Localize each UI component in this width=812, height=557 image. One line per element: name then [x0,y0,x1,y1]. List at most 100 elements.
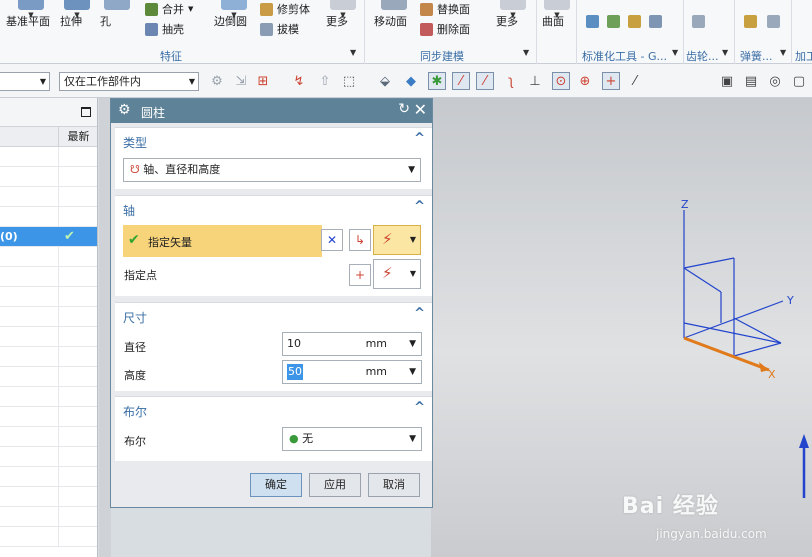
point-icon[interactable]: ⊞ [254,72,272,90]
intersection-icon[interactable]: ⊥ [526,72,544,90]
table-row[interactable] [0,387,97,407]
snap-icon[interactable]: ⇲ [232,72,250,90]
specify-vector-row[interactable]: ✔ 指定矢量 [123,225,322,257]
table-row[interactable] [0,327,97,347]
dialog-title: 圆柱 [141,106,166,120]
body-icon[interactable]: ◆ [402,72,420,90]
height-input[interactable]: 50 mm ▼ [282,360,422,384]
boolean-select[interactable]: ● 无 ▼ [282,427,422,451]
section-boolean-header[interactable]: 布尔 [123,403,147,420]
table-row[interactable] [0,427,97,447]
standard-tools-icons[interactable] [586,12,662,30]
view-extra-icon[interactable]: ▢ [790,72,808,90]
assembly-icon[interactable]: ⚙ [208,72,226,90]
table-row[interactable] [0,187,97,207]
vector-dialog-icon[interactable]: ↳ [349,229,371,251]
group-menu-arrow-icon[interactable]: ▼ [780,48,786,57]
collapse-icon[interactable]: ^ [414,131,425,146]
close-icon[interactable]: ✕ [414,100,427,119]
unite-button[interactable]: 合并 ▼ [145,0,193,18]
table-row[interactable] [0,367,97,387]
edge-blend-button[interactable]: 边倒圆 ▼ [214,0,254,28]
center-icon[interactable]: ⊙ [552,72,570,90]
hole-icon [104,0,130,10]
type-select[interactable]: ☋ 轴、直径和高度 ▼ [123,158,421,182]
quadrant-icon[interactable]: ⊕ [576,72,594,90]
diameter-label: 直径 [124,341,146,354]
maximize-icon[interactable] [81,107,91,117]
chevron-down-icon[interactable]: ▼ [409,361,416,383]
table-row[interactable] [0,247,97,267]
shell-button[interactable]: 抽壳 [145,20,184,38]
midpoint-icon[interactable]: ⁄ [476,72,494,90]
view-fit-icon[interactable]: ▣ [718,72,736,90]
line-icon[interactable]: ⁄ [626,72,644,90]
table-row[interactable] [0,447,97,467]
link-icon[interactable]: ↯ [290,72,308,90]
cube-icon[interactable]: ⬙ [376,72,394,90]
more-feature-button[interactable]: 更多 ▼ [326,0,360,28]
table-row[interactable] [0,407,97,427]
chevron-down-icon[interactable]: ▼ [409,333,416,355]
datum-plane-button[interactable]: 基准平面 ▼ [6,0,56,28]
standard-fastener-icon [607,14,620,28]
move-face-button[interactable]: 移动面 [374,0,414,28]
collapse-icon[interactable]: ^ [414,199,425,214]
apply-button[interactable]: 应用 [309,473,361,497]
surface-button[interactable]: 曲面 ▼ [542,0,572,28]
table-row[interactable] [0,307,97,327]
view-style-icon[interactable]: ◎ [766,72,784,90]
point-dialog-icon[interactable]: + [349,264,371,286]
check-icon: ✔ [64,229,75,244]
diameter-input[interactable]: 10 mm ▼ [282,332,422,356]
group-menu-arrow-icon[interactable]: ▼ [523,48,529,57]
section-axis-header[interactable]: 轴 [123,202,135,219]
view-display-icon[interactable]: ▤ [742,72,760,90]
collapse-icon[interactable]: ^ [414,306,425,321]
replace-face-button[interactable]: 替换面 [420,0,470,18]
curve-icon[interactable]: ʅ [502,72,520,90]
gear-tool-icons[interactable] [692,12,705,30]
section-size-header[interactable]: 尺寸 [123,309,147,326]
table-row[interactable] [0,507,97,527]
cancel-button[interactable]: 取消 [368,473,420,497]
reverse-direction-icon[interactable]: ✕ [321,229,343,251]
point-method-select[interactable]: ⚡ ▼ [373,259,421,289]
endpoint-icon[interactable]: ⁄ [452,72,470,90]
table-row[interactable] [0,527,97,547]
extrude-button[interactable]: 拉伸 ▼ [60,0,94,28]
column-latest[interactable]: 最新 [58,127,97,147]
table-row[interactable] [0,467,97,487]
table-row-selected[interactable]: (0) ✔ [0,227,97,247]
table-row[interactable] [0,167,97,187]
type-filter-select[interactable]: ▼ [0,72,50,91]
ok-button[interactable]: 确定 [250,473,302,497]
dialog-titlebar[interactable]: ⚙ 圆柱 ↻ ✕ [111,99,432,123]
group-menu-arrow-icon[interactable]: ▼ [722,48,728,57]
spring-tool-icons[interactable] [744,12,780,30]
collapse-icon[interactable]: ^ [414,400,425,415]
group-menu-arrow-icon[interactable]: ▼ [672,48,678,57]
group-menu-arrow-icon[interactable]: ▼ [350,48,356,57]
table-row[interactable] [0,147,97,167]
trim-body-button[interactable]: 修剪体 [260,0,310,18]
draft-button[interactable]: 拔模 [260,20,299,38]
gear-icon[interactable]: ⚙ [118,102,131,118]
link-icon[interactable]: ⇧ [316,72,334,90]
table-row[interactable] [0,347,97,367]
delete-face-button[interactable]: 删除面 [420,20,470,38]
section-type-header[interactable]: 类型 [123,134,147,151]
group-title-spring: 弹簧... [740,50,773,63]
selection-scope-select[interactable]: 仅在工作部件内 ▼ [59,72,199,91]
hole-button[interactable]: 孔 [100,0,134,28]
more-sync-button[interactable]: 更多 ▼ [496,0,530,28]
point-on-icon[interactable]: + [602,72,620,90]
faces-icon[interactable]: ✱ [428,72,446,90]
table-row[interactable] [0,267,97,287]
reset-icon[interactable]: ↻ [398,101,410,117]
table-row[interactable] [0,287,97,307]
vector-method-select[interactable]: ⚡ ▼ [373,225,421,255]
select-box-icon[interactable]: ⬚ [340,72,358,90]
table-row[interactable] [0,207,97,227]
table-row[interactable] [0,487,97,507]
